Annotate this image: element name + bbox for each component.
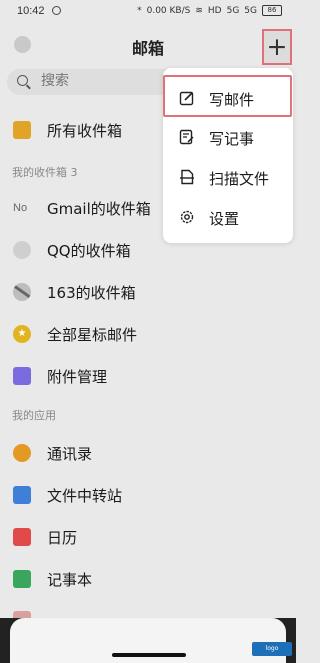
qq-mail-icon	[13, 241, 31, 259]
battery-icon: 86	[262, 5, 282, 16]
signal-5g-icon-2: 5G	[244, 5, 257, 16]
status-time: 10:42	[17, 5, 45, 17]
attachments-row[interactable]: 附件管理	[0, 356, 296, 396]
signal-5g-icon: 5G	[226, 5, 240, 16]
bottom-bar	[0, 618, 296, 663]
inbox-label: 全部星标邮件	[47, 326, 138, 344]
menu-item-label: 写记事	[209, 130, 255, 148]
watermark-logo: logo	[252, 642, 292, 656]
search-icon	[17, 75, 28, 86]
app-row-calendar[interactable]: 日历	[0, 517, 296, 557]
status-indicators: * 0.00 KB/S ≋ HD 5G 5G 86	[137, 5, 282, 16]
inbox-label: 附件管理	[47, 368, 108, 386]
app-label: 文件中转站	[47, 487, 123, 505]
menu-item-label: 设置	[209, 210, 240, 228]
starred-mail-row[interactable]: ★ 全部星标邮件	[0, 314, 296, 354]
app-label: 通讯录	[47, 445, 93, 463]
app-row-notebook[interactable]: 记事本	[0, 559, 296, 599]
home-indicator[interactable]	[112, 653, 186, 657]
contacts-icon	[13, 444, 31, 462]
search-bar[interactable]	[7, 69, 187, 95]
menu-item-scan[interactable]: 扫描文件	[163, 161, 293, 195]
search-input[interactable]	[39, 72, 183, 90]
section-my-apps: 我的应用	[12, 409, 56, 422]
gmail-icon: No	[13, 202, 28, 214]
calendar-icon	[13, 528, 31, 546]
menu-item-write-note[interactable]: 写记事	[163, 121, 293, 155]
app-label: 日历	[47, 529, 78, 547]
plus-icon: +	[266, 32, 288, 61]
compose-highlight-box	[163, 75, 292, 117]
inbox-icon	[13, 121, 31, 139]
gear-icon	[180, 210, 194, 224]
network-speed: 0.00 KB/S	[146, 5, 191, 16]
app-header: 邮箱	[0, 26, 296, 66]
page-title: 邮箱	[131, 39, 164, 58]
status-bar: 10:42 * 0.00 KB/S ≋ HD 5G 5G 86	[0, 0, 296, 24]
163-mail-icon	[13, 283, 31, 301]
scan-icon	[180, 169, 194, 185]
app-row-file-transfer[interactable]: 文件中转站	[0, 475, 296, 515]
wifi-icon: ≋	[195, 5, 203, 16]
sync-icon	[52, 6, 61, 15]
notebook-icon	[13, 570, 31, 588]
app-label: 记事本	[47, 571, 93, 589]
inbox-label: QQ的收件箱	[47, 242, 131, 260]
inbox-row-163[interactable]: 163的收件箱	[0, 272, 296, 312]
section-my-inboxes: 我的收件箱 3	[12, 166, 78, 179]
menu-item-label: 扫描文件	[209, 170, 270, 188]
app-row-contacts[interactable]: 通讯录	[0, 433, 296, 473]
hd-badge: HD	[207, 5, 222, 16]
bluetooth-icon: *	[137, 5, 142, 16]
add-button[interactable]: +	[262, 29, 292, 65]
inbox-label: 163的收件箱	[47, 284, 136, 302]
attachment-icon	[13, 367, 31, 385]
all-inbox-label: 所有收件箱	[47, 122, 123, 140]
file-transfer-icon	[13, 486, 31, 504]
menu-item-settings[interactable]: 设置	[163, 201, 293, 235]
star-icon: ★	[13, 325, 31, 343]
note-edit-icon	[179, 129, 194, 145]
inbox-label: Gmail的收件箱	[47, 200, 151, 218]
